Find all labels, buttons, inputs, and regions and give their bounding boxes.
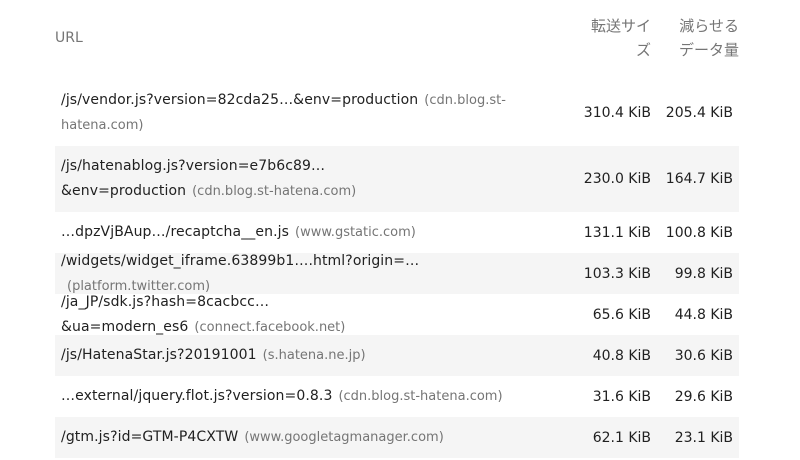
savings-header-line1: 減らせる <box>679 17 739 35</box>
savings-header-line2: データ量 <box>678 41 739 59</box>
savings-cell: 205.4 KiB <box>665 105 733 121</box>
url-host: (connect.facebook.net) <box>194 319 346 335</box>
url-path-link[interactable]: /js/vendor.js?version=82cda25…&env=produ… <box>61 92 418 108</box>
table-row: /ja_JP/sdk.js?hash=8cacbcc…&ua=modern_es… <box>55 294 739 335</box>
savings-cell: 30.6 KiB <box>674 347 733 364</box>
url-host: (www.googletagmanager.com) <box>244 430 444 445</box>
url-host: (s.hatena.ne.jp) <box>262 348 366 363</box>
transfer-size-cell: 62.1 KiB <box>592 429 651 446</box>
table-header: URL 転送サイ ズ 減らせる データ量 <box>55 14 739 80</box>
transfer-size-cell: 31.6 KiB <box>592 388 651 405</box>
savings-cell: 23.1 KiB <box>674 429 733 446</box>
url-cell: /js/HatenaStar.js?20191001 (s.hatena.ne.j… <box>61 343 531 368</box>
url-cell: …dpzVjBAup…/recaptcha__en.js (www.gstatic… <box>61 220 531 245</box>
url-host: (cdn.blog.st-hatena.com) <box>338 389 503 404</box>
table-row: /js/vendor.js?version=82cda25…&env=produ… <box>55 80 739 146</box>
url-path-link[interactable]: /js/HatenaStar.js?20191001 <box>61 347 257 363</box>
table-row: /gtm.js?id=GTM-P4CXTW (www.googletagmanag… <box>55 417 739 458</box>
url-path-link[interactable]: …dpzVjBAup…/recaptcha__en.js <box>61 224 289 240</box>
transfer-size-cell: 310.4 KiB <box>583 105 651 121</box>
url-cell: /js/vendor.js?version=82cda25…&env=produ… <box>61 88 531 138</box>
table-row: /widgets/widget_iframe.63899b1….html?ori… <box>55 253 739 294</box>
savings-cell: 100.8 KiB <box>665 224 733 241</box>
savings-column-header: 減らせる データ量 <box>659 14 739 62</box>
url-column-header: URL <box>55 30 83 46</box>
url-host: (www.gstatic.com) <box>295 225 416 240</box>
url-cell: /js/hatenablog.js?version=e7b6c89…&env=p… <box>61 154 531 204</box>
transfer-size-header-line1: 転送サイ <box>590 17 651 35</box>
table-row: …dpzVjBAup…/recaptcha__en.js (www.gstatic… <box>55 212 739 253</box>
transfer-size-header-line2: ズ <box>635 41 651 59</box>
table-row: /js/HatenaStar.js?20191001 (s.hatena.ne.j… <box>55 335 739 376</box>
url-cell: …external/jquery.flot.js?version=0.8.3 (c… <box>61 384 531 409</box>
savings-cell: 29.6 KiB <box>674 388 733 405</box>
savings-cell: 99.8 KiB <box>674 265 733 282</box>
opportunity-table: URL 転送サイ ズ 減らせる データ量 /js/vendor.js?versi… <box>55 14 739 458</box>
transfer-size-cell: 131.1 KiB <box>583 224 651 241</box>
transfer-size-column-header: 転送サイ ズ <box>571 14 651 62</box>
transfer-size-cell: 65.6 KiB <box>592 306 651 323</box>
table-row: …external/jquery.flot.js?version=0.8.3 (c… <box>55 376 739 417</box>
url-path-link[interactable]: /gtm.js?id=GTM-P4CXTW <box>61 429 238 445</box>
url-cell: /gtm.js?id=GTM-P4CXTW (www.googletagmanag… <box>61 425 531 450</box>
transfer-size-cell: 40.8 KiB <box>592 347 651 364</box>
savings-cell: 44.8 KiB <box>674 306 733 323</box>
url-host: (cdn.blog.st-hatena.com) <box>192 184 357 199</box>
url-path-link[interactable]: …external/jquery.flot.js?version=0.8.3 <box>61 388 332 404</box>
url-cell: /ja_JP/sdk.js?hash=8cacbcc…&ua=modern_es… <box>61 290 531 340</box>
savings-cell: 164.7 KiB <box>665 171 733 187</box>
transfer-size-cell: 230.0 KiB <box>583 171 651 187</box>
transfer-size-cell: 103.3 KiB <box>583 265 651 282</box>
table-row: /js/hatenablog.js?version=e7b6c89…&env=p… <box>55 146 739 212</box>
url-path-link[interactable]: /widgets/widget_iframe.63899b1….html?ori… <box>61 253 419 269</box>
